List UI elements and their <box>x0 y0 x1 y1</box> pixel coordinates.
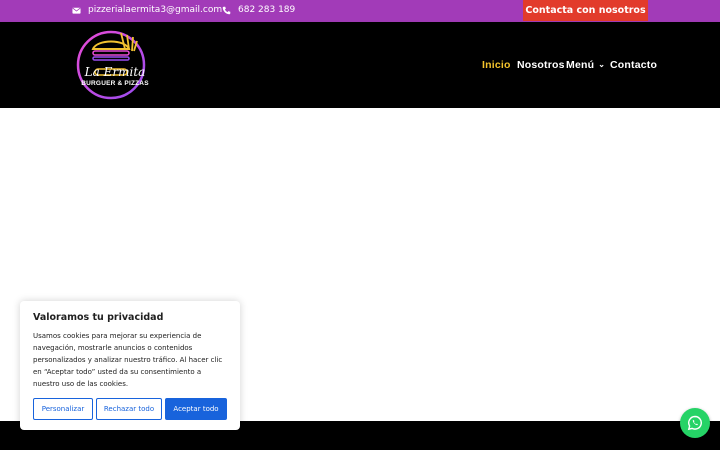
chevron-down-icon: ⌄ <box>598 60 606 69</box>
top-phone-text: 682 283 189 <box>238 5 296 15</box>
cookie-customize-button[interactable]: Personalizar <box>33 398 93 420</box>
cookie-text: Usamos cookies para mejorar su experienc… <box>33 332 223 388</box>
nav-item-nosotros[interactable]: Nosotros <box>517 59 565 71</box>
cookie-title: Valoramos tu privacidad <box>33 312 164 323</box>
contact-cta-button[interactable]: Contacta con nosotros <box>523 0 648 21</box>
cookie-accept-button[interactable]: Aceptar todo <box>165 398 227 420</box>
phone-icon <box>222 6 231 14</box>
site-header: La Ermita BURGUER & PIZZAS Inicio Nosotr… <box>0 22 720 108</box>
nav-item-inicio[interactable]: Inicio <box>482 59 511 71</box>
cookie-reject-button[interactable]: Rechazar todo <box>96 398 162 420</box>
whatsapp-button[interactable] <box>680 408 710 438</box>
top-phone[interactable]: 682 283 189 <box>222 5 295 15</box>
envelope-icon <box>72 7 81 14</box>
nav-item-menu-label: Menú <box>566 59 595 71</box>
whatsapp-icon <box>687 415 702 431</box>
top-email[interactable]: pizzerialaermita3@gmail.com <box>72 5 222 15</box>
top-email-text: pizzerialaermita3@gmail.com <box>88 5 223 15</box>
logo-tagline: BURGUER & PIZZAS <box>81 80 149 87</box>
nav-item-contacto[interactable]: Contacto <box>610 59 657 71</box>
top-bar: pizzerialaermita3@gmail.com 682 283 189 … <box>0 0 720 22</box>
logo-text: La Ermita BURGUER & PIZZAS <box>80 66 150 87</box>
logo-name: La Ermita <box>84 65 146 79</box>
nav-item-menu[interactable]: Menú ⌄ <box>566 59 605 71</box>
cookie-banner: Valoramos tu privacidad Usamos cookies p… <box>20 301 240 430</box>
